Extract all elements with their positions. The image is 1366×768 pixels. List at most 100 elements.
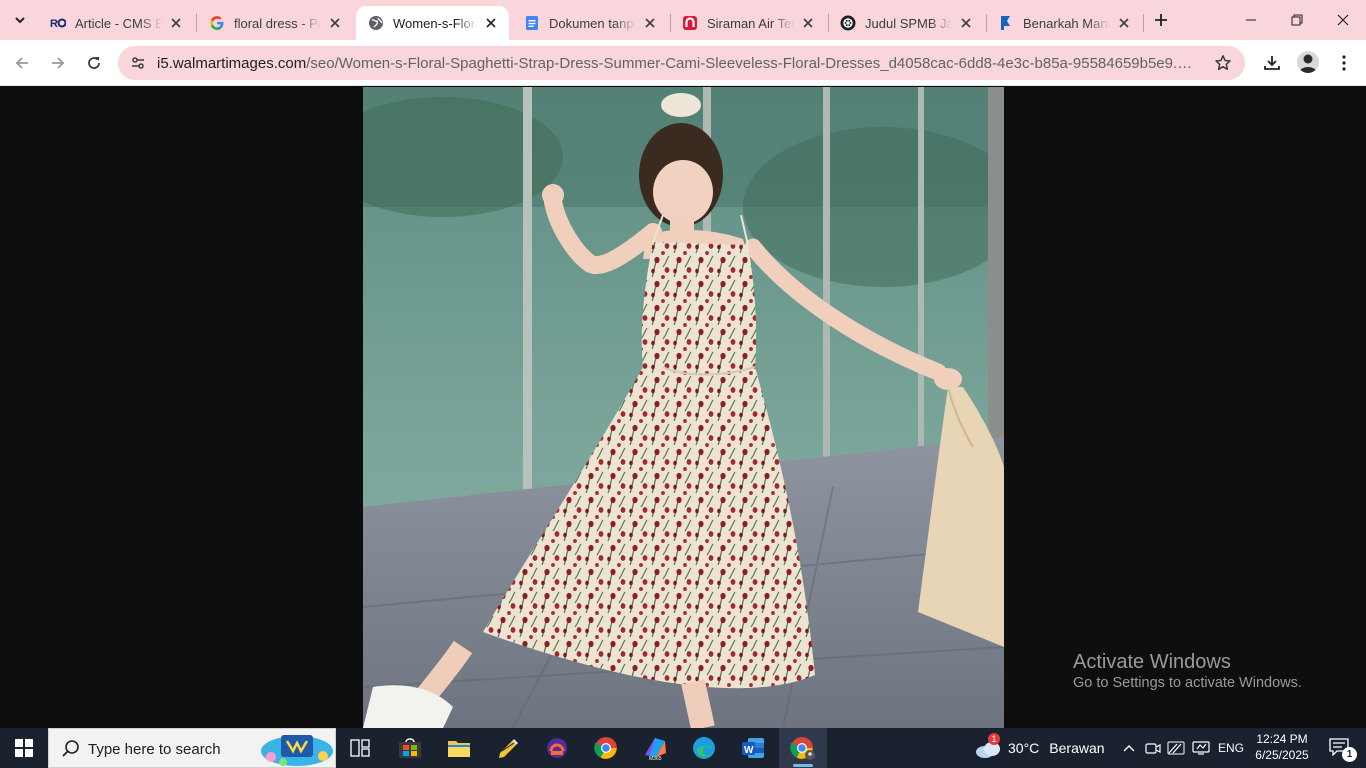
magnet-icon — [682, 15, 698, 31]
url-text[interactable]: i5.walmartimages.com/seo/Women-s-Floral-… — [157, 55, 1197, 72]
search-highlight-icon[interactable] — [259, 731, 335, 767]
word-icon: W — [742, 738, 764, 758]
close-icon[interactable] — [1116, 15, 1132, 31]
windows-taskbar: Type here to search M365 W 1 30°C Berawa… — [0, 728, 1366, 768]
url-path: /seo/Women-s-Floral-Spaghetti-Strap-Dres… — [306, 55, 1197, 72]
chrome-profile-button[interactable] — [779, 728, 827, 768]
close-icon[interactable] — [483, 15, 499, 31]
word-button[interactable]: W — [729, 728, 777, 768]
m365-icon: M365 — [645, 738, 666, 761]
url-host: i5.walmartimages.com — [157, 55, 307, 72]
microsoft-365-button[interactable]: M365 — [631, 728, 679, 768]
notifications-button[interactable]: 1 — [1322, 728, 1358, 768]
weather-widget[interactable]: 1 30°C Berawan — [974, 728, 1105, 768]
tab-title: Siraman Air Terju — [707, 15, 794, 31]
microsoft-store-button[interactable] — [386, 728, 434, 768]
pencil-app-button[interactable] — [484, 728, 532, 768]
watermark-title: Activate Windows — [1073, 651, 1231, 673]
product-image — [363, 87, 1004, 728]
search-placeholder: Type here to search — [88, 741, 221, 758]
tune-icon — [132, 57, 144, 69]
chevron-up-icon — [1123, 745, 1135, 752]
task-view-button[interactable] — [336, 728, 384, 768]
edge-button[interactable] — [680, 728, 728, 768]
menu-button[interactable] — [1328, 47, 1360, 79]
tab-divider — [1143, 14, 1144, 32]
tab-title: Women-s-Floral — [393, 15, 477, 31]
windows-logo-icon — [15, 739, 33, 757]
activate-windows-watermark: Activate Windows Go to Settings to activ… — [1073, 651, 1302, 691]
notification-count: 1 — [1342, 747, 1357, 762]
reload-button[interactable] — [78, 47, 110, 79]
camera-icon — [1145, 743, 1161, 754]
tab-title: floral dress - Pen — [234, 15, 321, 31]
tab-floral-dress-search[interactable]: floral dress - Pen — [197, 6, 353, 40]
network-button[interactable] — [1190, 728, 1212, 768]
task-view-icon — [350, 739, 370, 757]
file-explorer-button[interactable] — [435, 728, 483, 768]
edge-icon — [693, 737, 715, 759]
search-icon — [62, 740, 79, 757]
clock-date: 6/25/2025 — [1255, 748, 1309, 762]
store-icon — [399, 738, 421, 758]
forward-button[interactable] — [42, 47, 74, 79]
docs-icon — [524, 15, 540, 31]
close-icon[interactable] — [327, 15, 343, 31]
minimize-icon — [1246, 19, 1256, 21]
tab-women-floral[interactable]: Women-s-Floral — [356, 6, 509, 40]
close-icon[interactable] — [958, 15, 974, 31]
arrow-left-icon — [15, 57, 28, 69]
browser-toolbar: i5.walmartimages.com/seo/Women-s-Floral-… — [0, 40, 1366, 86]
weather-condition: Berawan — [1049, 740, 1105, 756]
back-button[interactable] — [6, 47, 38, 79]
openai-icon — [840, 15, 856, 31]
close-icon[interactable] — [800, 15, 816, 31]
more-vertical-icon — [1342, 55, 1346, 71]
arrow-right-icon — [52, 57, 65, 69]
weather-temperature: 30°C — [1008, 740, 1040, 756]
podcast-app-button[interactable] — [533, 728, 581, 768]
close-window-button[interactable] — [1320, 0, 1366, 40]
system-clock[interactable]: 12:24 PM 6/25/2025 — [1252, 731, 1312, 763]
taskbar-search-box[interactable]: Type here to search — [48, 728, 336, 768]
bookmark-star-button[interactable] — [1213, 53, 1233, 73]
download-icon — [1264, 56, 1280, 70]
ro-icon: R — [50, 15, 66, 31]
profile-avatar[interactable] — [1297, 51, 1319, 73]
tab-dokumen[interactable]: Dokumen tanpa — [512, 6, 668, 40]
chrome-button[interactable] — [582, 728, 630, 768]
start-button[interactable] — [0, 728, 48, 768]
new-tab-button[interactable] — [1149, 8, 1173, 32]
tab-search-button[interactable] — [8, 8, 32, 32]
tab-siraman-air[interactable]: Siraman Air Terju — [670, 6, 826, 40]
watermark-subtitle: Go to Settings to activate Windows. — [1073, 675, 1302, 691]
restore-icon — [1291, 14, 1303, 26]
chevron-down-icon — [15, 17, 25, 24]
keyboard-icon — [1167, 741, 1185, 755]
close-icon[interactable] — [168, 15, 184, 31]
weather-badge: 1 — [988, 733, 1000, 745]
language-label: ENG — [1217, 741, 1244, 755]
bookmark-icon — [998, 15, 1014, 31]
pencil-icon — [499, 739, 518, 758]
address-bar[interactable]: i5.walmartimages.com/seo/Women-s-Floral-… — [118, 46, 1245, 80]
minimize-button[interactable] — [1228, 0, 1274, 40]
chrome-profile-icon — [790, 737, 815, 760]
tab-article-cms[interactable]: R Article - CMS ED — [38, 6, 194, 40]
restore-button[interactable] — [1274, 0, 1320, 40]
svg-text:R: R — [50, 18, 58, 30]
close-icon[interactable] — [642, 15, 658, 31]
image-viewport: Activate Windows Go to Settings to activ… — [0, 87, 1366, 728]
pen-input-button[interactable] — [1166, 728, 1186, 768]
tab-title: Dokumen tanpa — [549, 15, 636, 31]
meet-now-button[interactable] — [1143, 728, 1163, 768]
reload-icon — [88, 57, 100, 69]
downloads-button[interactable] — [1256, 47, 1288, 79]
chat-bubble-icon: 1 — [1329, 738, 1357, 762]
language-indicator[interactable]: ENG — [1216, 728, 1246, 768]
site-info-button[interactable] — [126, 51, 150, 75]
tab-judul-spmb[interactable]: Judul SPMB Jatim — [828, 6, 984, 40]
tab-benarkah-mandi[interactable]: Benarkah Mandi — [986, 6, 1142, 40]
show-hidden-icons-button[interactable] — [1118, 728, 1140, 768]
tab-title: Article - CMS ED — [75, 15, 162, 31]
